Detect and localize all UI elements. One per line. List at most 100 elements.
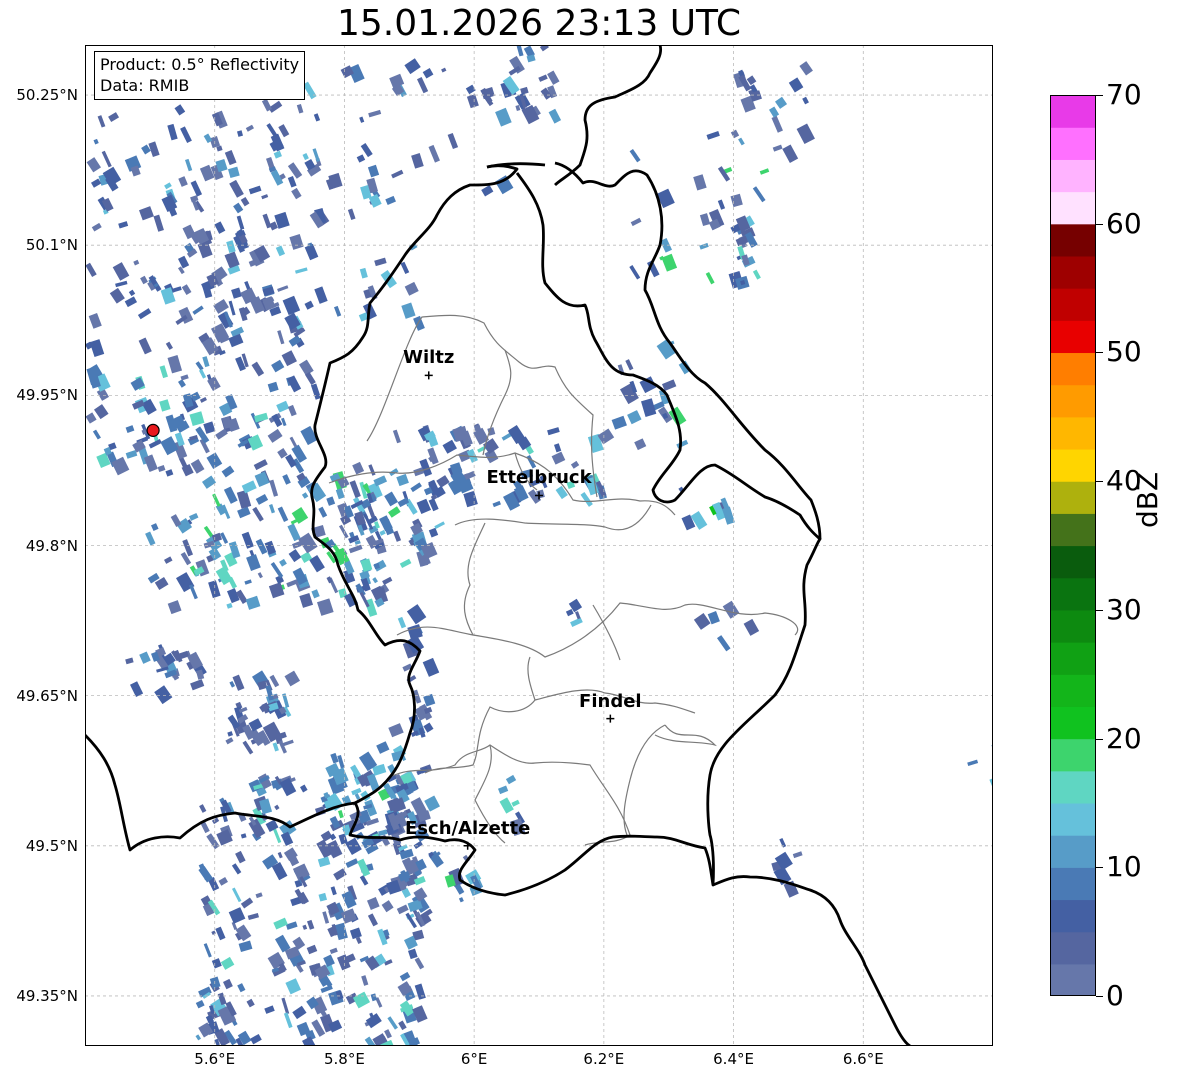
echo-cell (253, 459, 268, 471)
echo-cell (178, 379, 186, 388)
echo-cell (88, 312, 102, 329)
echo-cell (301, 492, 309, 499)
echo-cell (348, 544, 363, 554)
echo-cell (125, 657, 134, 665)
echo-cell (481, 185, 494, 197)
echo-cell (334, 305, 342, 317)
lat-tick-label: 49.8°N (25, 536, 78, 555)
echo-cell (289, 234, 304, 250)
echo-cell (400, 261, 410, 275)
lat-tick-label: 50.1°N (25, 236, 78, 255)
echo-cell (345, 837, 362, 855)
echo-cell (233, 202, 244, 214)
echo-cell (93, 138, 99, 145)
echo-cell (294, 267, 308, 274)
echo-cell (281, 350, 297, 367)
colorbar-tick-mark (1096, 996, 1103, 997)
echo-cell (359, 875, 369, 886)
echo-cell (730, 129, 740, 139)
echo-cell (199, 804, 207, 813)
echo-cell (167, 355, 183, 374)
echo-cell (299, 359, 314, 376)
radar-echoes (85, 45, 993, 1046)
echo-cell (367, 896, 380, 910)
echo-cell (139, 651, 151, 664)
radar-site-dot (146, 423, 160, 437)
echo-cell (404, 58, 421, 75)
echo-cell (620, 383, 639, 405)
echo-cell (118, 221, 129, 229)
echo-cell (245, 124, 254, 132)
echo-cell (382, 576, 393, 585)
echo-cell (273, 150, 282, 159)
echo-cell (257, 572, 263, 579)
echo-cell (499, 797, 514, 814)
city-label: Findel (579, 690, 642, 712)
echo-cell (410, 482, 422, 493)
echo-cell (759, 168, 770, 175)
echo-cell (676, 439, 689, 449)
echo-cell (339, 524, 349, 539)
echo-cell (302, 153, 309, 161)
echo-cell (273, 917, 288, 930)
echo-cell (466, 94, 479, 109)
echo-cell (282, 474, 291, 485)
echo-cell (218, 877, 228, 886)
echo-cell (284, 670, 301, 687)
echo-cell (202, 475, 217, 489)
echo-cell (408, 948, 418, 960)
echo-cell (159, 399, 171, 412)
colorbar-tick-label: 30 (1106, 592, 1142, 626)
echo-cell (304, 300, 314, 310)
echo-cell (752, 269, 761, 280)
city-marker (424, 371, 433, 380)
echo-cell (195, 361, 204, 371)
colorbar-segment (1050, 674, 1096, 707)
echo-cell (505, 774, 517, 785)
colorbar-tick-mark (1096, 609, 1103, 611)
echo-cell (109, 287, 125, 304)
colorbar-segment (1050, 416, 1096, 450)
echo-cell (208, 580, 221, 599)
echo-cell (151, 523, 159, 532)
echo-cell (215, 926, 226, 941)
colorbar-segment (1050, 481, 1096, 514)
colorbar-tick-mark (1096, 738, 1103, 740)
echo-cell (277, 506, 289, 522)
colorbar-segment (1050, 159, 1096, 193)
echo-cell (267, 428, 283, 443)
echo-cell (413, 840, 423, 849)
echo-cell (428, 527, 439, 538)
colorbar-segment (1050, 191, 1096, 225)
echo-cell (225, 737, 234, 745)
echo-cell (276, 400, 290, 413)
echo-cell (124, 296, 138, 308)
echo-cell (422, 657, 440, 677)
echo-cell (769, 106, 780, 118)
radar-map[interactable] (85, 45, 993, 1046)
echo-cell (145, 531, 156, 546)
echo-cell (189, 411, 205, 427)
echo-cell (232, 674, 245, 691)
echo-cell (269, 138, 284, 152)
echo-cell (277, 330, 285, 345)
echo-cell (384, 1029, 392, 1039)
echo-cell (101, 150, 112, 168)
echo-cell (313, 113, 321, 122)
echo-cell (335, 488, 345, 500)
echo-cell (190, 180, 203, 197)
colorbar-tick-mark (1096, 352, 1103, 354)
echo-cell (287, 162, 303, 179)
echo-cell (267, 381, 279, 393)
echo-cell (630, 217, 642, 227)
echo-cell (289, 436, 298, 448)
echo-cell (570, 617, 583, 628)
radar-site-marker[interactable] (146, 423, 160, 437)
echo-cell (401, 302, 416, 319)
echo-cell (414, 983, 426, 1000)
echo-cell (414, 957, 425, 970)
echo-cell (89, 339, 105, 358)
echo-cell (306, 944, 318, 955)
echo-cell (248, 185, 262, 195)
echo-cell (240, 833, 247, 839)
